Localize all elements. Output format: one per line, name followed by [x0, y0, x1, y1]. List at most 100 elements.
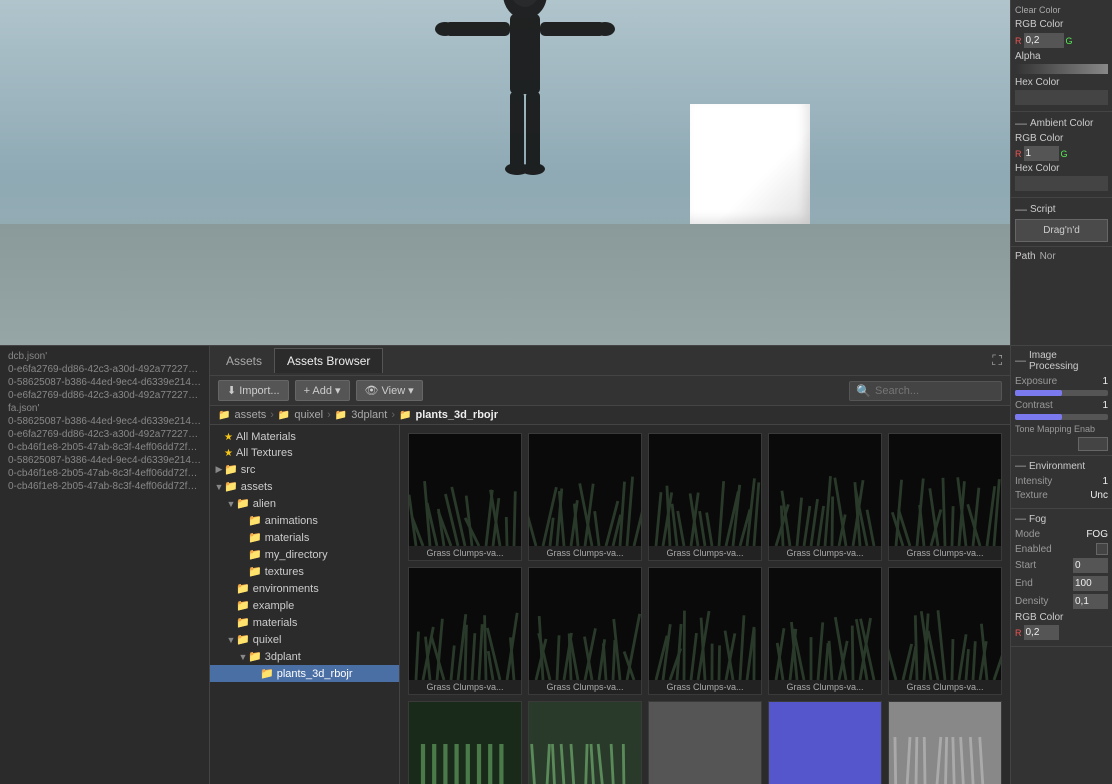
img-proc-label: Image Processing — [1029, 350, 1108, 372]
image-processing-section: — Image Processing Exposure 1 Contrast 1 — [1011, 346, 1112, 456]
tree-item-alien[interactable]: ▼📁alien — [210, 495, 399, 512]
fog-enabled-checkbox[interactable] — [1096, 543, 1108, 555]
fog-density-input[interactable]: 0,1 — [1073, 594, 1108, 609]
fog-start-input[interactable]: 0 — [1073, 558, 1108, 573]
grid-label-gc1: Grass Clumps-va... — [409, 546, 521, 560]
folder-icon: 📁 — [236, 582, 250, 595]
grid-item-gc2[interactable]: Grass Clumps-va... — [528, 433, 642, 561]
tree-item-all-textures[interactable]: ★All Textures — [210, 445, 399, 461]
tree-item-textures[interactable]: 📁textures — [210, 563, 399, 580]
breadcrumb-item-plants[interactable]: plants_3d_rbojr — [415, 409, 498, 421]
maximize-icon[interactable]: ⛶ — [988, 352, 1006, 369]
tree-item-src[interactable]: ▶📁src — [210, 461, 399, 478]
env-label: Environment — [1029, 461, 1085, 472]
tree-item-assets[interactable]: ▼📁assets — [210, 478, 399, 495]
tree-label: example — [253, 600, 295, 612]
import-button[interactable]: ⬇ Import... — [218, 380, 289, 401]
grid-item-rough[interactable]: rbikD_4K_Rough... — [888, 701, 1002, 784]
script-drag-drop[interactable]: Drag'n'd — [1015, 219, 1108, 242]
tree-item-plants_3d_rbojr[interactable]: 📁plants_3d_rbojr — [210, 665, 399, 682]
fog-end-label: End — [1015, 578, 1071, 589]
r-input[interactable]: 0,2 — [1024, 33, 1064, 48]
tree-item-materials-top[interactable]: 📁materials — [210, 614, 399, 631]
rgb-color-section: Clear Color RGB Color R 0,2 G Alpha Hex … — [1011, 0, 1112, 112]
tree-item-example[interactable]: 📁example — [210, 597, 399, 614]
view-button[interactable]: 👁 View ▾ — [356, 380, 423, 401]
script-section: — Script Drag'n'd — [1011, 198, 1112, 247]
fog-r-input[interactable]: 0,2 — [1024, 625, 1059, 640]
grid-item-gcm[interactable]: Grass Clumps-m... — [408, 701, 522, 784]
file-item: fa.json' — [0, 402, 209, 415]
grid-item-gc8[interactable]: Grass Clumps-va... — [648, 567, 762, 695]
grid-thumb-gc3 — [649, 434, 761, 546]
ambient-collapse-icon[interactable]: — — [1015, 116, 1027, 130]
grid-item-gc7[interactable]: Grass Clumps-va... — [528, 567, 642, 695]
folder-icon: 📁 — [224, 480, 238, 493]
ambient-hex-input[interactable] — [1015, 176, 1108, 191]
ambient-r-label: R — [1015, 149, 1022, 159]
ambient-r-input[interactable]: 1 — [1024, 146, 1059, 161]
texture-label: Texture — [1015, 490, 1088, 501]
tab-assets-browser[interactable]: Assets Browser — [274, 348, 383, 373]
tree-label: plants_3d_rbojr — [277, 668, 353, 680]
fog-start-label: Start — [1015, 560, 1071, 571]
grid-thumb-gc4 — [769, 434, 881, 546]
tree-item-animations[interactable]: 📁animations — [210, 512, 399, 529]
grid-panel: Grass Clumps-va...Grass Clumps-va...Gras… — [400, 425, 1010, 784]
grid-label-gc3: Grass Clumps-va... — [649, 546, 761, 560]
tree-label: animations — [265, 515, 318, 527]
search-box: 🔍 — [849, 381, 1002, 401]
grid-item-gc1[interactable]: Grass Clumps-va... — [408, 433, 522, 561]
hex-input[interactable] — [1015, 90, 1108, 105]
breadcrumb-item-3dplant[interactable]: 3dplant — [351, 409, 387, 421]
grid-label-gc7: Grass Clumps-va... — [529, 680, 641, 694]
tree-item-3dplant[interactable]: ▼📁3dplant — [210, 648, 399, 665]
tree-panel: ★All Materials★All Textures▶📁src▼📁assets… — [210, 425, 400, 784]
star-icon: ★ — [224, 448, 233, 459]
env-collapse[interactable]: — — [1015, 460, 1026, 472]
breadcrumb-item-assets[interactable]: assets — [234, 409, 266, 421]
tree-item-quixel[interactable]: ▼📁quixel — [210, 631, 399, 648]
grid-item-displace[interactable]: rbikD_4K_Displa... — [648, 701, 762, 784]
grid-thumb-gc1 — [409, 434, 521, 546]
grid-item-gc3[interactable]: Grass Clumps-va... — [648, 433, 762, 561]
fog-label: Fog — [1029, 514, 1046, 525]
file-item: 0-58625087-b386-44ed-9ec4-d6339e214545.j… — [0, 454, 209, 467]
tree-arrow: ▼ — [226, 499, 236, 509]
fog-end-input[interactable]: 100 — [1073, 576, 1108, 591]
grid-item-norma[interactable]: rbikD_4K_Norma... — [768, 701, 882, 784]
img-proc-collapse[interactable]: — — [1015, 355, 1026, 367]
fog-collapse[interactable]: — — [1015, 513, 1026, 525]
grid-item-albedo[interactable]: rbikD_4K_Albedo... — [528, 701, 642, 784]
exposure-slider[interactable] — [1015, 390, 1108, 396]
add-button[interactable]: + Add ▾ — [295, 380, 350, 401]
grid-item-gc9[interactable]: Grass Clumps-va... — [768, 567, 882, 695]
tree-item-my_directory[interactable]: 📁my_directory — [210, 546, 399, 563]
grid-label-gc9: Grass Clumps-va... — [769, 680, 881, 694]
grid-item-gc4[interactable]: Grass Clumps-va... — [768, 433, 882, 561]
properties-panel: — Image Processing Exposure 1 Contrast 1 — [1010, 345, 1112, 784]
tree-item-materials[interactable]: 📁materials — [210, 529, 399, 546]
viewport-right-panel: Clear Color RGB Color R 0,2 G Alpha Hex … — [1010, 0, 1112, 345]
rgb-color-label: RGB Color — [1015, 19, 1108, 30]
search-input[interactable] — [875, 385, 995, 397]
tree-item-all-materials[interactable]: ★All Materials — [210, 429, 399, 445]
breadcrumb-item-quixel[interactable]: quixel — [294, 409, 323, 421]
assets-content: ★All Materials★All Textures▶📁src▼📁assets… — [210, 425, 1010, 784]
grid-item-gc10[interactable]: Grass Clumps-va... — [888, 567, 1002, 695]
alpha-label: Alpha — [1015, 51, 1108, 62]
file-item: 0-58625087-b386-44ed-9ec4-d6339e214545.j… — [0, 415, 209, 428]
folder-icon: 📁 — [248, 565, 262, 578]
alpha-slider[interactable] — [1015, 64, 1108, 74]
grid-item-gc5[interactable]: Grass Clumps-va... — [888, 433, 1002, 561]
tone-mapping-toggle[interactable] — [1078, 437, 1108, 451]
tab-assets[interactable]: Assets — [214, 349, 274, 373]
grid-thumb-norma — [769, 702, 881, 784]
contrast-slider[interactable] — [1015, 414, 1108, 420]
tree-item-environments[interactable]: 📁environments — [210, 580, 399, 597]
g-label: G — [1066, 36, 1073, 46]
breadcrumb-sep-2: › — [327, 409, 331, 421]
script-collapse-icon[interactable]: — — [1015, 202, 1027, 216]
grid-item-gc6[interactable]: Grass Clumps-va... — [408, 567, 522, 695]
script-label: Script — [1030, 204, 1056, 215]
